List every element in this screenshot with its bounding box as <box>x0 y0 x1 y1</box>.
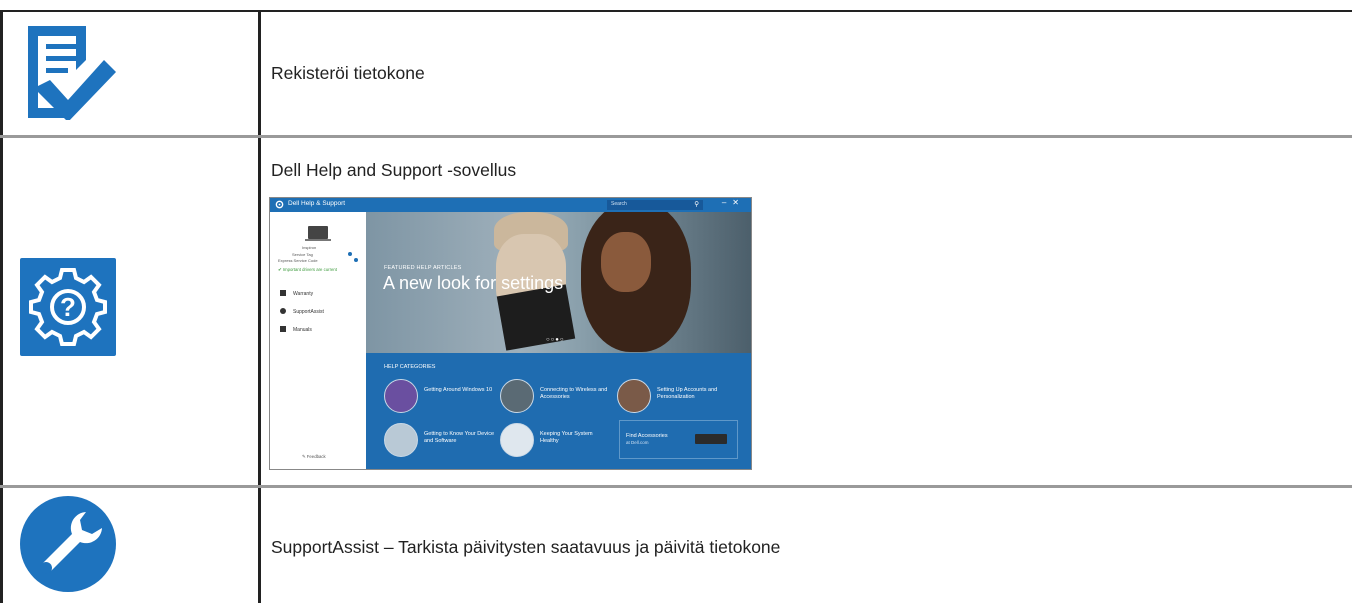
sidebar-item-label: SupportAssist <box>293 309 324 315</box>
feedback-link[interactable]: ✎ Feedback <box>302 454 326 460</box>
table-row-divider <box>0 135 1352 138</box>
service-tag-label: Service Tag <box>292 252 313 257</box>
categories-heading: HELP CATEGORIES <box>384 364 436 370</box>
category-thumbnail <box>384 379 418 413</box>
laptop-icon <box>305 226 331 241</box>
carousel-dots[interactable]: ○○●○ <box>546 337 565 343</box>
category-label: Getting Around Windows 10 <box>424 387 493 393</box>
help-categories: HELP CATEGORIES Getting Around Windows 1… <box>366 353 751 469</box>
find-accessories-tile[interactable]: Find Accessories at Dell.com <box>619 420 738 459</box>
sidebar-item-supportassist[interactable]: SupportAssist <box>280 308 324 315</box>
info-icon[interactable] <box>348 252 352 256</box>
window-controls[interactable]: –✕ <box>722 198 745 207</box>
category-label: Setting Up Accounts and Personalization <box>657 387 718 400</box>
row-help-text: Dell Help and Support -sovellus <box>271 160 517 180</box>
drivers-status: ✔ Important drivers are current <box>278 267 338 272</box>
sidebar-item-warranty[interactable]: Warranty <box>280 290 313 297</box>
manuals-icon <box>280 326 286 332</box>
hero-title: A new look for settings <box>383 273 564 293</box>
device-model: Inspiron <box>302 245 317 250</box>
row-supportassist-text: SupportAssist – Tarkista päivitysten saa… <box>271 537 781 557</box>
category-thumbnail <box>617 379 651 413</box>
category-thumbnail <box>500 423 534 457</box>
search-icon[interactable]: ⚲ <box>694 200 699 208</box>
category-thumbnail <box>384 423 418 457</box>
help-gear-icon: ? <box>20 258 116 356</box>
row-register-text: Rekisteröi tietokone <box>271 63 425 83</box>
accessories-subtitle: at Dell.com <box>626 440 649 445</box>
category-thumbnail <box>500 379 534 413</box>
table-column-divider <box>258 10 261 603</box>
svg-text:?: ? <box>60 292 76 322</box>
supportassist-icon <box>280 308 286 314</box>
register-checklist-icon <box>20 22 116 122</box>
sidebar-item-label: Manuals <box>293 327 312 333</box>
table-top-border <box>0 10 1352 12</box>
featured-hero[interactable]: FEATURED HELP ARTICLES A new look for se… <box>366 212 751 353</box>
app-sidebar: Inspiron Service Tag Express Service Cod… <box>270 212 367 469</box>
keyboard-icon <box>695 434 727 444</box>
category-label: Keeping Your System Healthy <box>540 431 593 444</box>
category-label: Getting to Know Your Device and Software <box>424 431 495 444</box>
table-left-border <box>0 10 3 603</box>
category-label: Connecting to Wireless and Accessories <box>540 387 608 400</box>
app-titlebar: Dell Help & Support Search ⚲ –✕ <box>270 198 751 212</box>
warranty-icon <box>280 290 286 296</box>
accessories-title: Find Accessories <box>626 433 668 439</box>
express-code-label: Express Service Code <box>278 258 318 263</box>
sidebar-item-manuals[interactable]: Manuals <box>280 326 312 333</box>
drivers-status-text: Important drivers are current <box>282 267 338 272</box>
app-search-placeholder: Search <box>611 201 627 207</box>
feedback-label: Feedback <box>306 454 326 459</box>
app-logo-icon <box>275 200 284 209</box>
hero-photo-face <box>601 232 651 292</box>
info-icon[interactable] <box>354 258 358 262</box>
help-support-app-screenshot: Dell Help & Support Search ⚲ –✕ Inspiron… <box>269 197 752 470</box>
table-row-divider <box>0 485 1352 488</box>
app-search-input[interactable]: Search ⚲ <box>607 200 703 210</box>
app-title: Dell Help & Support <box>288 200 346 207</box>
sidebar-item-label: Warranty <box>293 291 314 297</box>
wrench-icon <box>20 496 116 592</box>
hero-kicker: FEATURED HELP ARTICLES <box>384 265 462 271</box>
